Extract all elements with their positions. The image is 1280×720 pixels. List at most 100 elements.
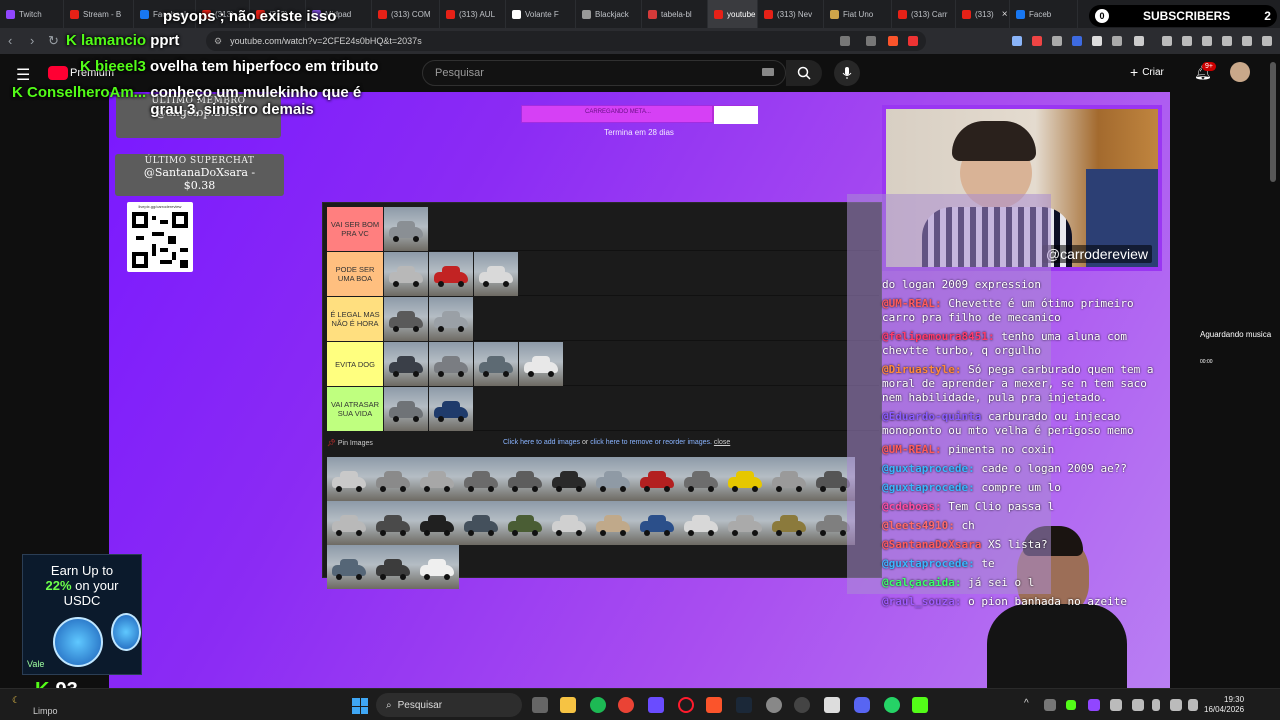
browser-tab[interactable]: (313) Nev [758,0,824,28]
browser-tab[interactable]: Blackjack [576,0,642,28]
hamburger-menu-icon[interactable]: ☰ [16,65,30,85]
share-icon[interactable] [866,36,876,46]
wifi-icon[interactable] [1170,699,1182,711]
tray-icon[interactable] [1066,700,1076,710]
pool-car-image[interactable] [767,457,811,501]
spotify-icon[interactable] [590,697,606,713]
pool-car-image[interactable] [415,545,459,589]
browser-tab[interactable]: Twitch [0,0,64,28]
browser-tab[interactable]: (313) × [956,0,1010,28]
keyboard-icon[interactable] [762,68,774,76]
tier-car-image[interactable] [429,252,473,296]
pool-car-image[interactable] [415,501,459,545]
extension-icon[interactable] [1092,36,1102,46]
site-info-icon[interactable]: ⚙ [214,36,222,47]
tier-car-image[interactable] [384,252,428,296]
pool-car-image[interactable] [679,501,723,545]
pool-car-image[interactable] [371,501,415,545]
voice-search-button[interactable] [834,60,860,86]
youtube-logo-icon[interactable] [48,66,68,80]
tier-car-image[interactable] [384,387,428,431]
tray-icon[interactable] [1110,699,1122,711]
close-link[interactable]: close [714,439,730,446]
browser-tab[interactable]: Faceb [1010,0,1078,28]
pool-car-image[interactable] [459,457,503,501]
opera-icon[interactable] [678,697,694,713]
pool-car-image[interactable] [591,457,635,501]
brave-shield-icon[interactable] [888,36,898,46]
app-icon[interactable] [766,697,782,713]
avatar[interactable] [1230,62,1250,82]
system-clock[interactable]: 19:30 16/04/2026 [1204,695,1244,715]
browser-tab[interactable]: Volante F [506,0,576,28]
pool-car-image[interactable] [635,501,679,545]
volume-icon[interactable] [1188,699,1198,711]
pool-car-image[interactable] [371,545,415,589]
pool-car-image[interactable] [679,457,723,501]
file-explorer-icon[interactable] [560,697,576,713]
tier-car-image[interactable] [474,342,518,386]
extensions-puzzle-icon[interactable] [1112,36,1122,46]
extension-icon[interactable] [1072,36,1082,46]
pool-car-image[interactable] [459,501,503,545]
menu-icon[interactable] [1262,36,1272,46]
pool-car-image[interactable] [371,457,415,501]
back-icon[interactable]: ‹ [8,33,12,48]
extension-icon[interactable] [1052,36,1062,46]
brave-icon[interactable] [706,697,722,713]
chevron-up-icon[interactable]: ^ [1024,698,1029,709]
tier-car-image[interactable] [429,297,473,341]
tier-car-image[interactable] [519,342,563,386]
app-icon[interactable] [648,697,664,713]
extension-icon[interactable] [1012,36,1022,46]
pool-car-image[interactable] [327,457,371,501]
page-scrollbar[interactable] [1270,62,1276,182]
extension-icon[interactable] [1032,36,1042,46]
tier-car-image[interactable] [384,297,428,341]
create-button[interactable]: + Criar [1130,64,1164,80]
tier-car-image[interactable] [474,252,518,296]
tier-label[interactable]: É LEGAL MAS NÃO É HORA [327,297,383,341]
vpn-icon[interactable] [1242,36,1252,46]
pool-car-image[interactable] [327,501,371,545]
extension-icon[interactable] [1134,36,1144,46]
browser-tab[interactable]: youtube [708,0,758,28]
pool-car-image[interactable] [327,545,371,589]
browser-tab[interactable]: (313) COM [372,0,440,28]
browser-tab[interactable]: Stream - B [64,0,134,28]
tab-close-icon[interactable]: × [1002,9,1008,20]
pool-car-image[interactable] [591,501,635,545]
pool-car-image[interactable] [503,501,547,545]
chrome-icon[interactable] [618,697,634,713]
app-icon[interactable] [824,697,840,713]
weather-widget[interactable]: ☾ Limpo [12,695,58,716]
tray-icon[interactable] [1044,699,1056,711]
remove-images-link[interactable]: click here to remove or reorder images. [590,439,712,446]
pool-car-image[interactable] [503,457,547,501]
add-images-link[interactable]: Click here to add images [503,439,580,446]
microphone-icon[interactable] [1152,699,1160,711]
pool-car-image[interactable] [547,457,591,501]
windows-start-icon[interactable] [352,698,368,714]
tier-label[interactable]: VAI ATRASAR SUA VIDA [327,387,383,431]
browser-tab[interactable]: Fiat Uno [824,0,892,28]
pool-car-image[interactable] [723,457,767,501]
wallet-icon[interactable] [1202,36,1212,46]
steam-icon[interactable] [736,697,752,713]
usdc-ad-banner[interactable]: Earn Up to 22% on your USDC Vale [22,554,142,675]
tier-label[interactable]: EVITA DOG [327,342,383,386]
discord-icon[interactable] [854,697,870,713]
sidebar-icon[interactable] [1182,36,1192,46]
browser-tab[interactable]: tabela-bl [642,0,708,28]
taskbar-search[interactable]: ⌕ Pesquisar [376,693,522,717]
tier-label[interactable]: PODE SER UMA BOA [327,252,383,296]
brave-rewards-icon[interactable] [908,36,918,46]
tier-car-image[interactable] [384,207,428,251]
browser-tab[interactable]: (313) Carr [892,0,956,28]
cast-icon[interactable] [840,36,850,46]
url-field[interactable]: ⚙ youtube.com/watch?v=2CFE24s0bHQ&t=2037… [206,31,926,51]
forward-icon[interactable]: › [30,33,34,48]
kick-icon[interactable] [912,697,928,713]
tier-label[interactable]: VAI SER BOM PRA VC [327,207,383,251]
pool-car-image[interactable] [547,501,591,545]
